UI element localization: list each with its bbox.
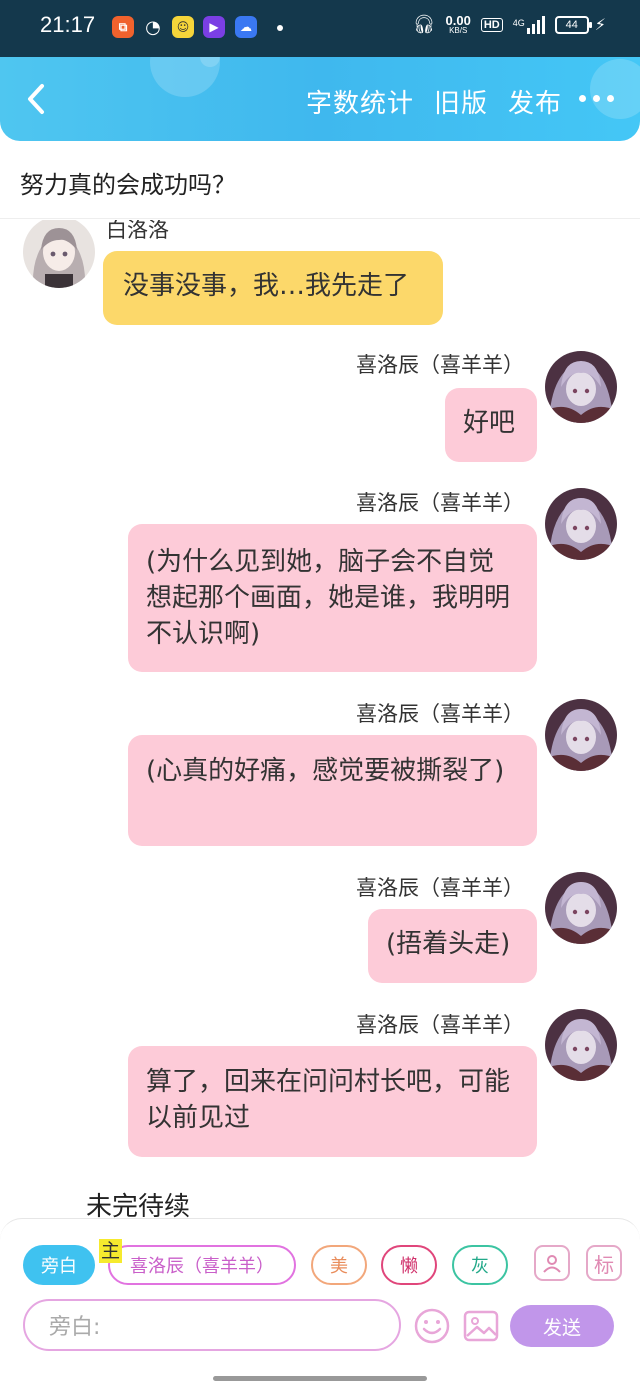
- message-bubble[interactable]: (捂着头走): [368, 909, 537, 983]
- sender-name: 喜洛辰（喜羊羊）: [356, 491, 524, 515]
- app-icon-orange: ⧉: [112, 16, 134, 38]
- chat-app-icon: ☺: [172, 16, 194, 38]
- message-bubble[interactable]: (为什么见到她，脑子会不自觉想起那个画面，她是谁，我明明不认识啊): [128, 524, 537, 672]
- avatar-xiluochen[interactable]: [545, 351, 617, 423]
- smiley-icon: [414, 1308, 450, 1344]
- narration-chip[interactable]: 旁白: [23, 1245, 95, 1285]
- avatar-xiluochen[interactable]: [545, 1009, 617, 1081]
- role-chip-xiluochen[interactable]: 喜洛辰（喜羊羊）: [108, 1245, 296, 1285]
- person-icon: [543, 1255, 561, 1273]
- old-version-button[interactable]: 旧版: [434, 83, 488, 120]
- mark-button[interactable]: 标: [586, 1245, 622, 1281]
- image-button[interactable]: [462, 1307, 500, 1345]
- sender-name: 喜洛辰（喜羊羊）: [356, 1013, 524, 1037]
- battery-icon: 44: [554, 15, 592, 34]
- sender-name: 喜洛辰（喜羊羊）: [356, 876, 524, 900]
- charging-icon: ⚡︎: [594, 16, 606, 34]
- add-role-button[interactable]: [534, 1245, 570, 1281]
- story-title-bar: 努力真的会成功吗？: [0, 141, 640, 219]
- avatar-xiluochen[interactable]: [545, 488, 617, 560]
- message-bubble[interactable]: 算了，回来在问问村长吧，可能以前见过: [128, 1046, 537, 1157]
- avatar-xiluochen[interactable]: [545, 699, 617, 771]
- send-button[interactable]: 发送: [510, 1305, 614, 1347]
- notification-dot-icon: [277, 25, 283, 31]
- word-count-button[interactable]: 字数统计: [306, 83, 414, 120]
- sender-name: 白洛洛: [106, 220, 169, 242]
- message-bubble[interactable]: 好吧: [445, 388, 537, 462]
- message-bubble[interactable]: (心真的好痛，感觉要被撕裂了): [128, 735, 537, 846]
- publish-button[interactable]: 发布: [508, 83, 562, 120]
- signal-icon: 4G: [513, 15, 545, 34]
- clock: 21:17: [40, 12, 96, 37]
- message-bubble[interactable]: 没事没事，我…我先走了: [103, 251, 443, 325]
- video-app-icon: ▶: [203, 16, 225, 38]
- editor-header: 字数统计 旧版 发布: [0, 57, 640, 141]
- main-role-mark: 主: [99, 1239, 123, 1263]
- chat-list[interactable]: 白洛洛 没事没事，我…我先走了 喜洛辰（喜羊羊） 好吧 喜洛辰（喜羊羊） (为什…: [0, 220, 640, 1220]
- chevron-left-icon: [28, 84, 44, 114]
- home-indicator[interactable]: [213, 1376, 427, 1381]
- back-button[interactable]: [22, 81, 52, 117]
- headphones-icon: 🎧︎: [412, 14, 436, 34]
- status-right: 🎧︎ 0.00 KB/S HD 4G 44 ⚡︎: [413, 14, 606, 35]
- role-chip-lan[interactable]: 懒: [381, 1245, 437, 1285]
- emoji-button[interactable]: [413, 1307, 451, 1345]
- composer-toolbar: 旁白 喜洛辰（喜羊羊） 主 美 懒 灰 标 旁白: 发送: [0, 1218, 640, 1351]
- page-title[interactable]: 努力真的会成功吗？: [20, 165, 236, 200]
- sender-name: 喜洛辰（喜羊羊）: [356, 353, 524, 377]
- status-bar: 21:17 ⧉ ◔ ☺ ▶ ☁ 🎧︎ 0.00 KB/S HD 4G 44 ⚡︎: [0, 0, 640, 57]
- image-icon: [463, 1310, 499, 1342]
- hd-badge: HD: [480, 17, 503, 32]
- wechat-icon: ◔: [145, 16, 161, 38]
- avatar-xiluochen[interactable]: [545, 872, 617, 944]
- sender-name: 喜洛辰（喜羊羊）: [356, 702, 524, 726]
- net-speed: 0.00 KB/S: [445, 13, 471, 35]
- message-input[interactable]: 旁白:: [23, 1299, 401, 1351]
- role-chip-mei[interactable]: 美: [311, 1245, 367, 1285]
- cloud-app-icon: ☁: [235, 16, 257, 38]
- more-dots-icon[interactable]: [579, 95, 614, 102]
- header-actions: 字数统计 旧版 发布: [306, 83, 562, 120]
- to-be-continued-text: 未完待续: [86, 1192, 191, 1220]
- avatar-bailuoluo[interactable]: [23, 220, 95, 288]
- role-chip-hui[interactable]: 灰: [452, 1245, 508, 1285]
